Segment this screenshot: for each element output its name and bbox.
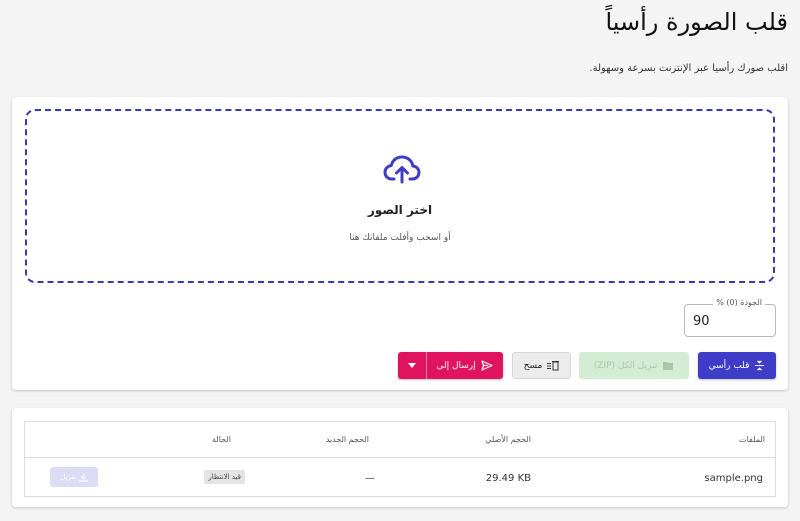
status-badge: قيد الانتظار (204, 470, 245, 484)
flip-vertical-button[interactable]: قلب رأسي (698, 352, 776, 379)
clear-button[interactable]: مسح (512, 352, 571, 379)
send-to-button-group: إرسال إلى (398, 352, 503, 379)
row-download-button[interactable]: تنزيل (50, 467, 98, 487)
send-icon (481, 360, 493, 371)
send-to-button[interactable]: إرسال إلى (426, 352, 503, 379)
header-original-size: الحجم الأصلي (485, 435, 531, 444)
flip-vertical-icon (755, 360, 765, 371)
send-divider (426, 352, 427, 379)
quality-label: الجودة (0) % (713, 298, 765, 307)
page-subtitle: اقلب صورك رأسيا عبر الإنترنت بسرعة وسهول… (589, 63, 788, 74)
table-row: sample.png 29.49 KB — قيد الانتظار تنزيل (25, 459, 775, 497)
send-options-dropdown[interactable] (398, 352, 426, 379)
quality-input[interactable] (693, 312, 753, 330)
file-name: sample.png (704, 473, 763, 484)
upload-card: اختر الصور أو اسحب وأفلت ملفاتك هنا الجو… (12, 97, 788, 390)
cloud-upload-icon (383, 155, 421, 184)
dropzone-title: اختر الصور (367, 203, 433, 217)
download-all-zip-button[interactable]: تنزيل الكل (ZIP) (579, 352, 689, 379)
files-card: الملفات الحجم الأصلي الحجم الجديد الحالة… (12, 408, 788, 507)
page-title: قلب الصورة رأسياً (605, 8, 788, 36)
folder-zip-icon (663, 362, 674, 370)
flip-vertical-label: قلب رأسي (708, 360, 750, 371)
header-new-size: الحجم الجديد (325, 435, 369, 444)
clear-list-icon (547, 361, 560, 371)
header-status: الحالة (212, 435, 231, 444)
quality-field[interactable]: الجودة (0) % (684, 298, 776, 337)
row-download-label: تنزيل (60, 473, 76, 481)
dropzone-hint: أو اسحب وأفلت ملفاتك هنا (349, 233, 451, 243)
send-to-label: إرسال إلى (436, 360, 476, 371)
file-new-size: — (365, 473, 375, 484)
download-all-label: تنزيل الكل (ZIP) (593, 360, 658, 371)
file-original-size: 29.49 KB (485, 473, 531, 484)
clear-label: مسح (523, 360, 543, 371)
files-table: الملفات الحجم الأصلي الحجم الجديد الحالة… (24, 421, 776, 497)
table-header: الملفات الحجم الأصلي الحجم الجديد الحالة (25, 422, 775, 458)
header-files: الملفات (739, 435, 765, 444)
dropzone[interactable]: اختر الصور أو اسحب وأفلت ملفاتك هنا (25, 109, 775, 283)
caret-down-icon (408, 363, 416, 368)
download-icon (78, 473, 88, 482)
